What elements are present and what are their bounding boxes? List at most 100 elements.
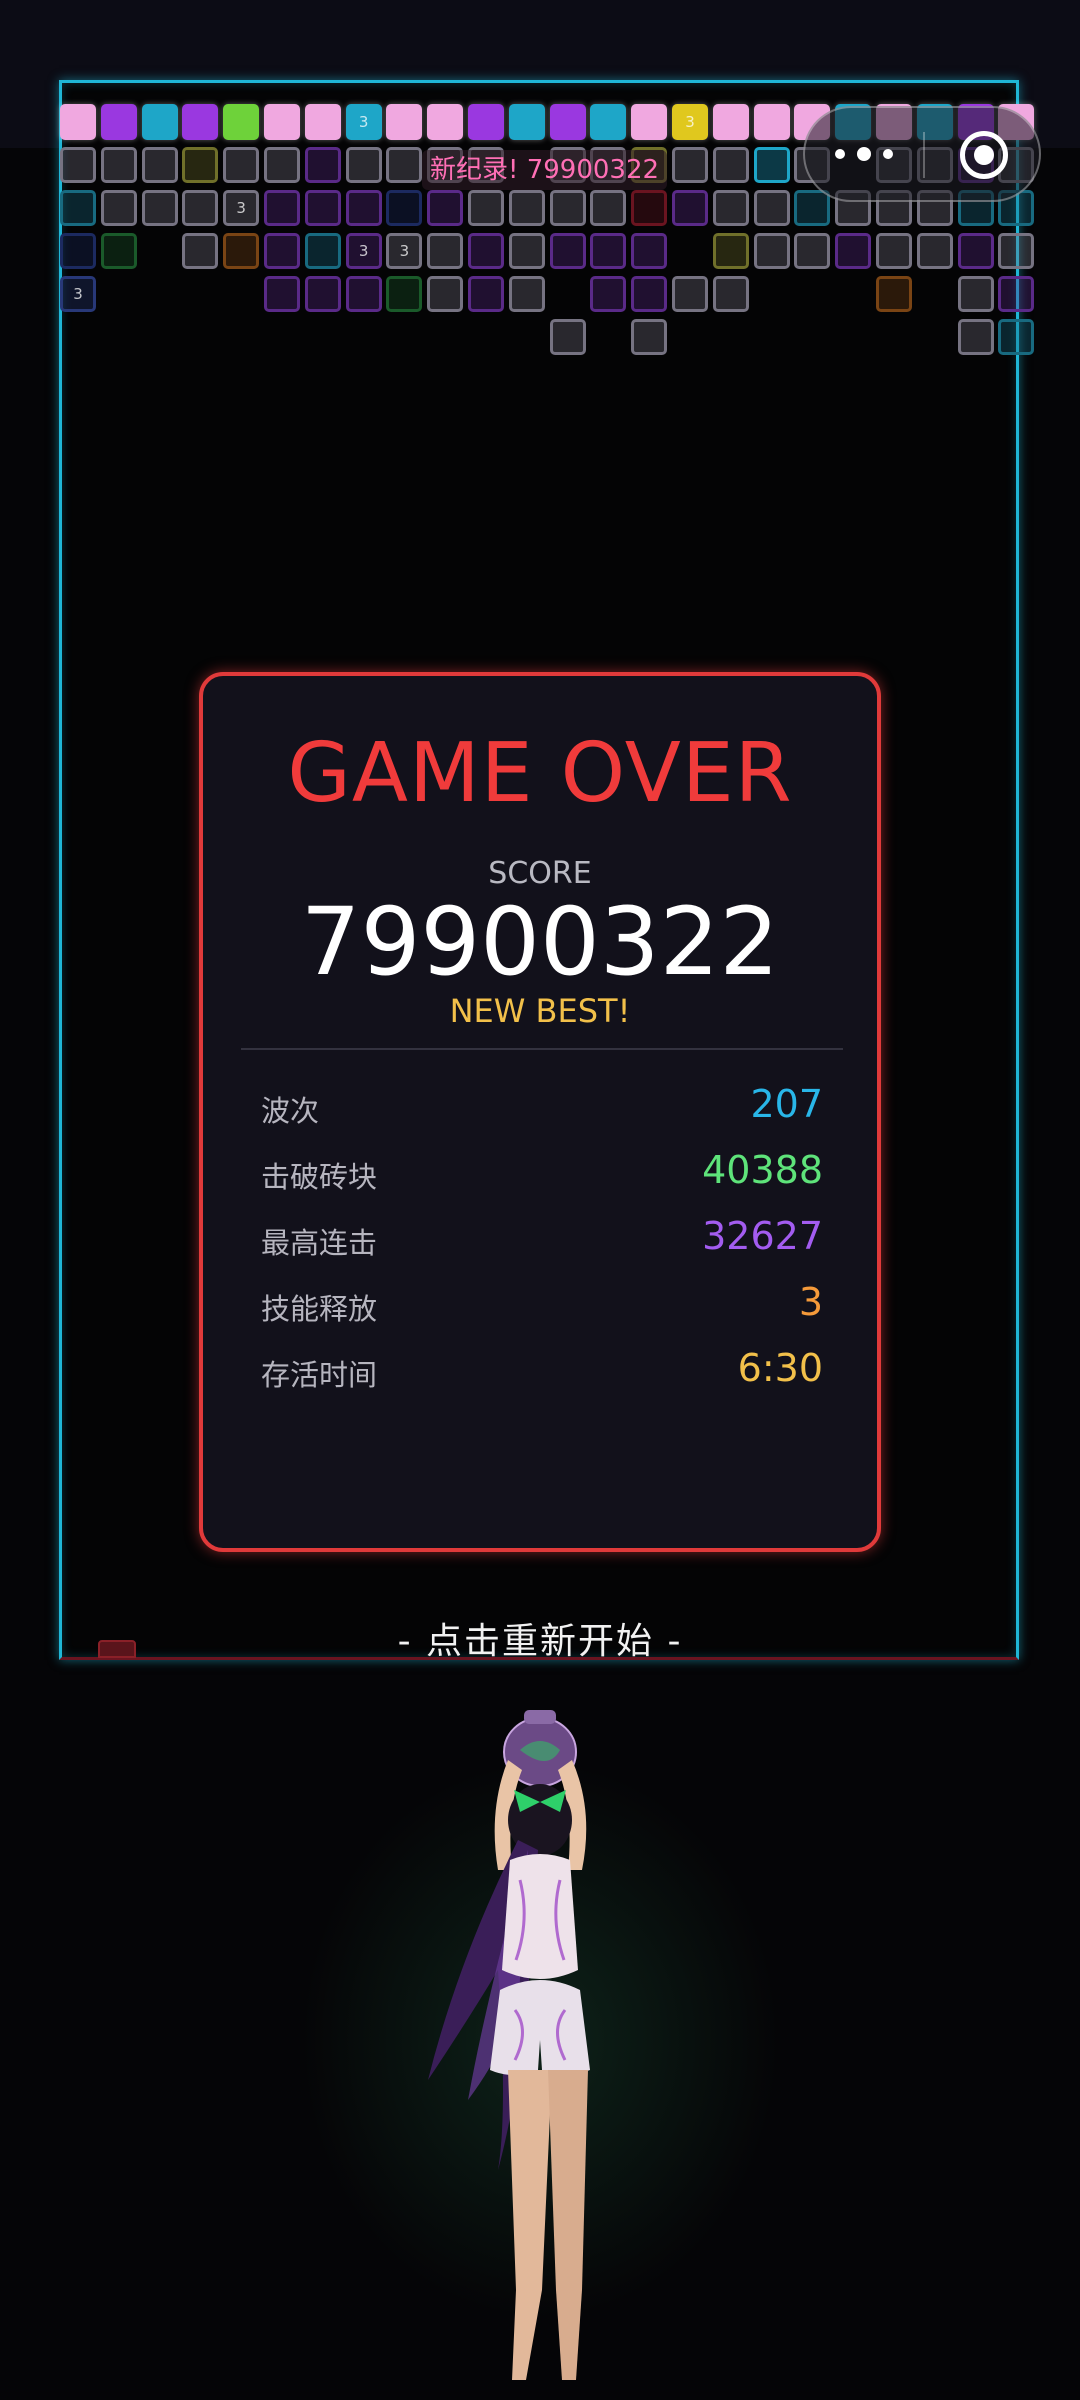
brick — [345, 190, 382, 226]
brick — [549, 233, 586, 269]
stat-row-wave: 波次 207 — [261, 1080, 823, 1130]
brick — [712, 276, 749, 312]
brick — [998, 233, 1035, 269]
brick — [998, 319, 1035, 355]
record-banner: 新纪录! 79900322 — [422, 150, 668, 190]
capsule-divider — [923, 132, 925, 178]
more-dots-icon[interactable] — [835, 144, 895, 166]
stat-value: 3 — [798, 1280, 823, 1324]
brick: 3 — [672, 104, 708, 140]
stat-label: 最高连击 — [261, 1226, 378, 1260]
brick — [508, 190, 545, 226]
brick — [508, 104, 545, 140]
brick — [549, 319, 586, 355]
brick — [427, 233, 464, 269]
brick — [182, 147, 219, 183]
brick — [957, 319, 994, 355]
brick — [100, 147, 137, 183]
brick — [876, 276, 912, 312]
brick — [753, 147, 790, 183]
brick — [427, 104, 464, 140]
brick — [386, 104, 423, 140]
stat-value: 40388 — [702, 1148, 823, 1192]
brick: 3 — [345, 104, 382, 140]
brick: 3 — [223, 190, 260, 226]
brick — [794, 190, 831, 226]
brick — [590, 104, 627, 140]
panel-divider — [241, 1048, 843, 1050]
brick — [264, 233, 300, 269]
brick — [60, 147, 96, 183]
brick — [468, 104, 504, 140]
brick — [386, 147, 423, 183]
brick — [60, 190, 96, 226]
brick — [386, 190, 423, 226]
brick — [672, 147, 708, 183]
brick — [304, 233, 341, 269]
stat-value: 207 — [750, 1082, 823, 1126]
brick — [957, 233, 994, 269]
stat-row-skills-used: 技能释放 3 — [261, 1278, 823, 1328]
brick — [468, 276, 504, 312]
brick — [468, 190, 504, 226]
brick — [508, 276, 545, 312]
brick — [753, 233, 790, 269]
brick — [60, 104, 96, 140]
stat-row-bricks-broken: 击破砖块 40388 — [261, 1146, 823, 1196]
stat-label: 存活时间 — [261, 1358, 378, 1392]
brick — [141, 190, 178, 226]
brick — [712, 147, 749, 183]
deadline-marker — [98, 1640, 136, 1658]
brick — [182, 233, 219, 269]
target-close-icon[interactable] — [960, 131, 1008, 179]
brick — [712, 104, 749, 140]
brick — [549, 190, 586, 226]
brick — [590, 233, 627, 269]
brick — [264, 104, 300, 140]
brick — [304, 190, 341, 226]
brick — [753, 190, 790, 226]
game-over-panel: GAME OVER SCORE 79900322 NEW BEST! 波次 20… — [199, 672, 881, 1552]
score-label: SCORE — [488, 856, 592, 891]
brick — [631, 319, 668, 355]
brick — [345, 276, 382, 312]
brick — [182, 104, 219, 140]
brick — [223, 147, 260, 183]
mini-program-capsule — [803, 106, 1041, 202]
brick — [468, 233, 504, 269]
brick — [427, 276, 464, 312]
brick — [876, 233, 912, 269]
stat-label: 技能释放 — [261, 1292, 378, 1326]
brick — [264, 190, 300, 226]
brick — [998, 276, 1035, 312]
character-illustration — [428, 1710, 590, 2380]
brick — [182, 190, 219, 226]
brick — [386, 276, 423, 312]
brick: 3 — [60, 276, 96, 312]
stat-row-max-combo: 最高连击 32627 — [261, 1212, 823, 1262]
brick — [345, 147, 382, 183]
brick — [631, 276, 668, 312]
brick — [672, 190, 708, 226]
brick — [100, 104, 137, 140]
brick — [304, 276, 341, 312]
restart-prompt[interactable]: - 点击重新开始 - — [0, 1612, 1080, 1664]
brick: 3 — [345, 233, 382, 269]
brick — [427, 190, 464, 226]
stat-value: 32627 — [702, 1214, 823, 1258]
brick — [141, 147, 178, 183]
brick — [590, 190, 627, 226]
brick — [100, 233, 137, 269]
brick — [631, 233, 668, 269]
brick — [100, 190, 137, 226]
brick — [712, 190, 749, 226]
brick — [304, 147, 341, 183]
brick — [60, 233, 96, 269]
brick — [549, 104, 586, 140]
brick — [508, 233, 545, 269]
brick — [672, 276, 708, 312]
game-over-title: GAME OVER — [287, 726, 793, 821]
brick — [631, 190, 668, 226]
stat-row-survival-time: 存活时间 6:30 — [261, 1344, 823, 1394]
brick — [957, 276, 994, 312]
